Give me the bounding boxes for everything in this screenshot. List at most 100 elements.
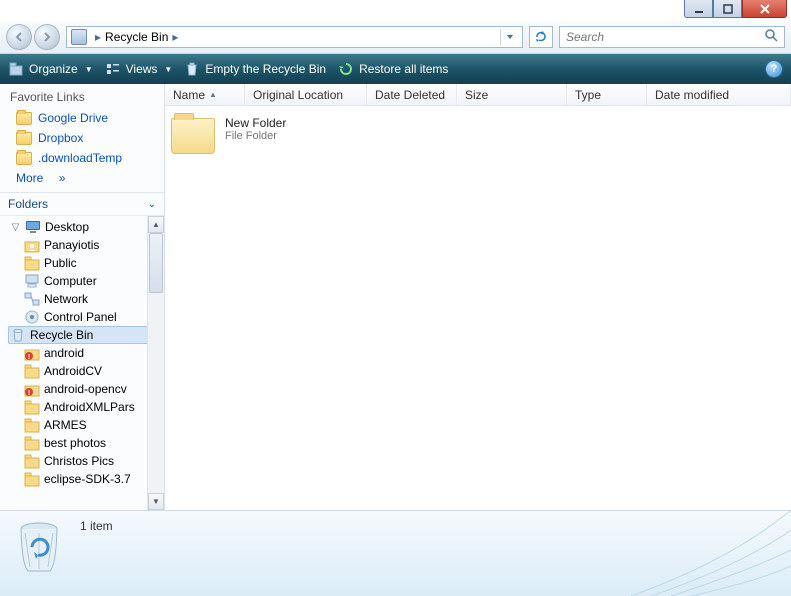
tree-item-label: best photos: [44, 436, 106, 450]
empty-recycle-bin-button[interactable]: Empty the Recycle Bin: [184, 61, 326, 77]
column-name[interactable]: Name▲: [165, 84, 245, 105]
tree-item-computer[interactable]: Computer: [8, 272, 164, 290]
tree-item-label: Network: [44, 292, 88, 306]
tree-item-control-panel[interactable]: Control Panel: [8, 308, 164, 326]
chevron-icon: ▸: [91, 30, 105, 44]
tree-item-label: Panayiotis: [44, 238, 99, 252]
scroll-thumb[interactable]: [149, 233, 163, 293]
tree-item-label: Christos Pics: [44, 454, 114, 468]
column-date-deleted[interactable]: Date Deleted: [367, 84, 457, 105]
tree-item-androidxmlpars[interactable]: AndroidXMLPars: [8, 398, 164, 416]
recycle-bin-icon: [71, 29, 87, 45]
tree-item-network[interactable]: Network: [8, 290, 164, 308]
close-button[interactable]: [742, 0, 787, 18]
restore-label: Restore all items: [359, 62, 448, 76]
decorative-swoosh: [571, 510, 791, 596]
file-list[interactable]: New Folder File Folder: [165, 106, 791, 510]
folder-icon: [16, 152, 32, 165]
chevron-right-icon: »: [59, 171, 66, 185]
tree-item-label: Recycle Bin: [30, 328, 93, 342]
minimize-button[interactable]: [684, 0, 713, 18]
empty-label: Empty the Recycle Bin: [205, 62, 326, 76]
folder-icon: [24, 435, 40, 451]
folder-icon: [24, 417, 40, 433]
restore-icon: [338, 61, 354, 77]
scroll-up-button[interactable]: ▲: [148, 216, 164, 233]
tree-item-label: AndroidXMLPars: [44, 400, 135, 414]
toolbar: Organize ▼ Views ▼ Empty the Recycle Bin…: [0, 54, 791, 84]
tree-item-androidcv[interactable]: AndroidCV: [8, 362, 164, 380]
collapse-icon[interactable]: ▽: [10, 222, 21, 233]
organize-button[interactable]: Organize ▼: [8, 61, 93, 77]
search-box[interactable]: [559, 26, 785, 48]
network-icon: [24, 291, 40, 307]
scroll-down-button[interactable]: ▼: [148, 493, 164, 510]
tree-item-android[interactable]: ! android: [8, 344, 164, 362]
organize-icon: [8, 61, 24, 77]
organize-label: Organize: [29, 62, 78, 76]
folder-icon: [24, 399, 40, 415]
main-area: Favorite Links Google Drive Dropbox .dow…: [0, 84, 791, 510]
search-input[interactable]: [566, 30, 764, 44]
folder-icon: [16, 112, 32, 125]
search-icon: [764, 28, 778, 45]
forward-button[interactable]: [34, 24, 60, 50]
scrollbar[interactable]: ▲ ▼: [147, 216, 164, 510]
views-icon: [105, 61, 121, 77]
window-controls: [684, 0, 787, 18]
favorite-link-google-drive[interactable]: Google Drive: [10, 108, 156, 128]
favorite-link-dropbox[interactable]: Dropbox: [10, 128, 156, 148]
back-button[interactable]: [6, 24, 32, 50]
tree-item-desktop[interactable]: ▽ Desktop: [8, 218, 164, 236]
tree-item-label: Computer: [44, 274, 97, 288]
recycle-icon: [10, 327, 26, 343]
sidebar: Favorite Links Google Drive Dropbox .dow…: [0, 84, 165, 510]
refresh-button[interactable]: [529, 26, 553, 48]
address-bar[interactable]: ▸ Recycle Bin ▸: [66, 26, 523, 48]
tree-item-label: android: [44, 346, 84, 360]
folder-icon: [24, 453, 40, 469]
column-original-location[interactable]: Original Location: [245, 84, 367, 105]
tree-item-label: Desktop: [45, 220, 89, 234]
chevron-icon: ▸: [168, 30, 182, 44]
alert-folder-icon: !: [24, 381, 40, 397]
tree-item-eclipse-sdk-3-7[interactable]: eclipse-SDK-3.7: [8, 470, 164, 488]
tree-item-label: AndroidCV: [44, 364, 102, 378]
help-button[interactable]: ?: [765, 60, 783, 78]
tree-item-panayiotis[interactable]: Panayiotis: [8, 236, 164, 254]
tree-item-public[interactable]: Public: [8, 254, 164, 272]
tree-item-recycle-bin[interactable]: Recycle Bin: [8, 326, 164, 344]
views-button[interactable]: Views ▼: [105, 61, 173, 77]
recycle-empty-icon: [184, 61, 200, 77]
tree-item-christos-pics[interactable]: Christos Pics: [8, 452, 164, 470]
column-type[interactable]: Type: [567, 84, 647, 105]
folders-header[interactable]: Folders ⌄: [0, 192, 164, 215]
tree-item-label: eclipse-SDK-3.7: [44, 472, 131, 486]
column-date-modified[interactable]: Date modified: [647, 84, 791, 105]
svg-text:!: !: [28, 354, 30, 361]
tree-item-label: Public: [44, 256, 77, 270]
computer-icon: [24, 273, 40, 289]
tree-item-armes[interactable]: ARMES: [8, 416, 164, 434]
file-name: New Folder: [225, 116, 286, 130]
favorite-link-downloadtemp[interactable]: .downloadTemp: [10, 148, 156, 168]
folder-icon: [24, 471, 40, 487]
tree-item-label: Control Panel: [44, 310, 117, 324]
folder-icon: [24, 255, 40, 271]
tree-item-android-opencv[interactable]: !android-opencv: [8, 380, 164, 398]
address-dropdown[interactable]: [500, 29, 518, 45]
chevron-down-icon: ▼: [85, 65, 93, 74]
address-segment[interactable]: Recycle Bin: [105, 30, 168, 44]
favorites-header: Favorite Links: [10, 90, 156, 104]
nav-buttons: [6, 24, 60, 50]
file-item[interactable]: New Folder File Folder: [171, 116, 785, 154]
favorites-more[interactable]: More »: [10, 168, 156, 188]
tree-item-best-photos[interactable]: best photos: [8, 434, 164, 452]
column-size[interactable]: Size: [457, 84, 567, 105]
sort-arrow-icon: ▲: [209, 90, 217, 99]
folder-tree: ▽ Desktop Panayiotis Public Computer Network C…: [0, 215, 164, 510]
restore-all-button[interactable]: Restore all items: [338, 61, 448, 77]
content-pane: Name▲ Original Location Date Deleted Siz…: [165, 84, 791, 510]
chevron-down-icon: ⌄: [148, 199, 156, 210]
maximize-button[interactable]: [713, 0, 742, 18]
